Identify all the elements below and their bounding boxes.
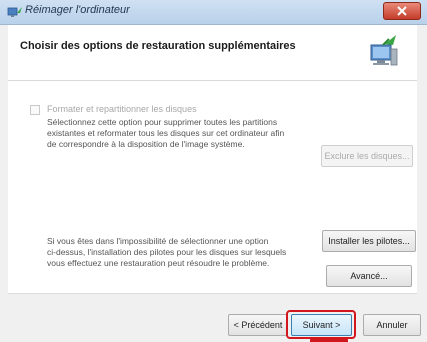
window-title: Réimager l'ordinateur	[25, 4, 130, 16]
format-description-line: de correspondre à la disposition de l'im…	[47, 139, 245, 149]
format-description-line: Sélectionnez cette option pour supprimer…	[47, 117, 278, 127]
driver-description-line: Si vous êtes dans l'impossibilité de sél…	[47, 236, 269, 246]
driver-description: Si vous êtes dans l'impossibilité de sél…	[47, 236, 307, 269]
annotation-pointer	[310, 337, 348, 342]
install-drivers-button[interactable]: Installer les pilotes...	[322, 230, 416, 252]
close-button[interactable]	[383, 2, 421, 20]
close-icon	[397, 6, 407, 16]
computer-restore-icon	[370, 35, 398, 66]
advanced-button[interactable]: Avancé...	[326, 265, 412, 287]
dialog-header: Choisir des options de restauration supp…	[8, 25, 417, 81]
footer-divider	[8, 293, 417, 294]
format-description-line: existantes et reformater tous les disque…	[47, 128, 285, 138]
page-title: Choisir des options de restauration supp…	[20, 40, 296, 52]
highlight-annotation	[286, 310, 356, 339]
driver-description-line: ci-dessus, l'installation des pilotes po…	[47, 247, 287, 257]
exclude-disks-button[interactable]: Exclure les disques...	[321, 145, 413, 167]
cancel-button[interactable]: Annuler	[363, 314, 421, 336]
driver-description-line: vous effectuez une restauration peut rés…	[47, 258, 270, 268]
previous-button[interactable]: < Précédent	[228, 314, 288, 336]
title-bar[interactable]: Réimager l'ordinateur	[0, 0, 427, 25]
format-description: Sélectionnez cette option pour supprimer…	[47, 117, 307, 150]
dialog-window: Réimager l'ordinateur Choisir des option…	[0, 0, 427, 342]
format-disks-checkbox[interactable]	[30, 105, 40, 115]
app-icon	[7, 7, 22, 17]
format-disks-label: Formater et repartitionner les disques	[47, 104, 197, 114]
